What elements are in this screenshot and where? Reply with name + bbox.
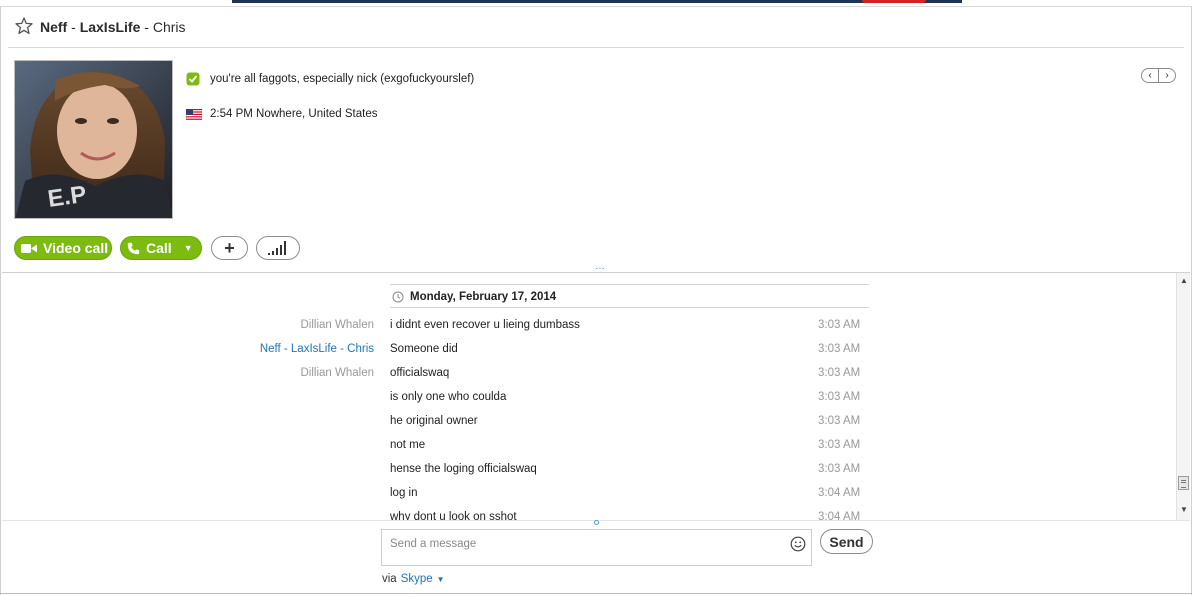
via-chevron-down-icon[interactable]: ▼ [437, 575, 445, 584]
message-time: 3:04 AM [818, 487, 861, 499]
message-input[interactable] [382, 530, 782, 554]
call-quality-button[interactable] [256, 236, 300, 260]
window-top-strip [0, 0, 1192, 7]
via-service-link[interactable]: Skype [401, 573, 433, 585]
chat-message: log in 3:04 AM [2, 482, 1176, 506]
chat-scrollbar[interactable]: ▲ ▼ [1176, 273, 1190, 520]
top-red-tab [862, 0, 926, 3]
message-text: he original owner [390, 415, 478, 427]
message-text: Someone did [390, 343, 458, 355]
next-arrow-icon[interactable]: › [1158, 69, 1175, 82]
via-selector: via Skype ▼ [382, 573, 445, 585]
message-text: hense the loging officialswaq [390, 463, 537, 475]
plus-icon: + [224, 237, 235, 258]
chat-message: Neff - LaxIsLife - Chris Someone did 3:0… [2, 338, 1176, 362]
chat-message: not me 3:03 AM [2, 434, 1176, 458]
message-time: 3:04 AM [818, 511, 861, 520]
video-call-label: Video call [43, 240, 109, 256]
message-sender[interactable]: Dillian Whalen [300, 319, 374, 331]
emoticon-icon[interactable] [790, 536, 806, 552]
chat-message: Dillian Whalen i didnt even recover u li… [2, 314, 1176, 338]
scroll-up-arrow-icon[interactable]: ▲ [1177, 275, 1191, 287]
message-input-box[interactable] [381, 529, 812, 566]
scroll-down-arrow-icon[interactable]: ▼ [1177, 504, 1191, 516]
local-time-location: 2:54 PM Nowhere, United States [210, 108, 378, 120]
message-time: 3:03 AM [818, 343, 861, 355]
chat-message: hense the loging officialswaq 3:03 AM [2, 458, 1176, 482]
avatar-photo: E.P [15, 61, 172, 218]
scroll-thumb[interactable] [1178, 476, 1189, 490]
top-bar [232, 0, 962, 3]
message-time: 3:03 AM [818, 391, 861, 403]
send-label: Send [829, 533, 864, 550]
video-call-button[interactable]: Video call [14, 236, 112, 260]
chat-message: is only one who coulda 3:03 AM [2, 386, 1176, 410]
add-people-button[interactable]: + [211, 236, 248, 260]
mood-message: you're all faggots, especially nick (exg… [210, 73, 475, 85]
chat-history: Monday, February 17, 2014 Dillian Whalen… [2, 273, 1176, 520]
contact-separator: - [67, 19, 80, 35]
contact-suffix: - Chris [140, 19, 186, 35]
svg-text:E.P: E.P [46, 181, 88, 213]
message-text: not me [390, 439, 426, 451]
phone-icon [127, 242, 140, 254]
message-time: 3:03 AM [818, 367, 861, 379]
message-sender[interactable]: Neff - LaxIsLife - Chris [260, 343, 374, 355]
chat-message: why dont u look on sshot 3:04 AM [2, 506, 1176, 520]
send-button[interactable]: Send [820, 529, 873, 554]
message-text: why dont u look on sshot [390, 511, 517, 520]
panel-splitter-handle[interactable]: … [595, 262, 605, 272]
via-prefix: via [382, 573, 397, 585]
message-text: log in [390, 487, 418, 499]
previous-arrow-icon[interactable]: ‹ [1142, 69, 1158, 82]
video-camera-icon [21, 243, 37, 253]
message-time: 3:03 AM [818, 415, 861, 427]
conversation-date: Monday, February 17, 2014 [410, 291, 557, 303]
message-time: 3:03 AM [818, 439, 861, 451]
message-time: 3:03 AM [818, 463, 861, 475]
favorite-star-icon[interactable] [14, 16, 34, 36]
compose-resize-handle[interactable] [594, 520, 599, 525]
contact-avatar[interactable]: E.P [14, 60, 173, 219]
message-text: is only one who coulda [390, 391, 507, 403]
contact-title: Neff - LaxIsLife - Chris [40, 19, 186, 35]
clock-icon [392, 291, 404, 303]
chat-message: he original owner 3:03 AM [2, 410, 1176, 434]
contact-handle: LaxIsLife [79, 19, 141, 35]
message-text: i didnt even recover u lieing dumbass [390, 319, 580, 331]
signal-bars-icon [268, 241, 286, 255]
date-separator: Monday, February 17, 2014 [390, 284, 869, 308]
profile-nav-arrows: ‹ › [1141, 68, 1176, 83]
call-button[interactable]: Call ▼ [120, 236, 202, 260]
call-label: Call [146, 240, 172, 256]
message-text: officialswaq [390, 367, 450, 379]
mood-message-row: you're all faggots, especially nick (exg… [186, 70, 474, 88]
chat-message: Dillian Whalen officialswaq 3:03 AM [2, 362, 1176, 386]
message-time: 3:03 AM [818, 319, 861, 331]
message-sender[interactable]: Dillian Whalen [300, 367, 374, 379]
location-row: 2:54 PM Nowhere, United States [186, 105, 377, 123]
us-flag-icon [186, 108, 202, 120]
call-options-chevron-down-icon[interactable]: ▼ [184, 243, 193, 253]
mood-edit-icon [186, 72, 200, 86]
contact-name: Neff [40, 19, 68, 35]
conversation-header: Neff - LaxIsLife - Chris [8, 8, 1184, 48]
